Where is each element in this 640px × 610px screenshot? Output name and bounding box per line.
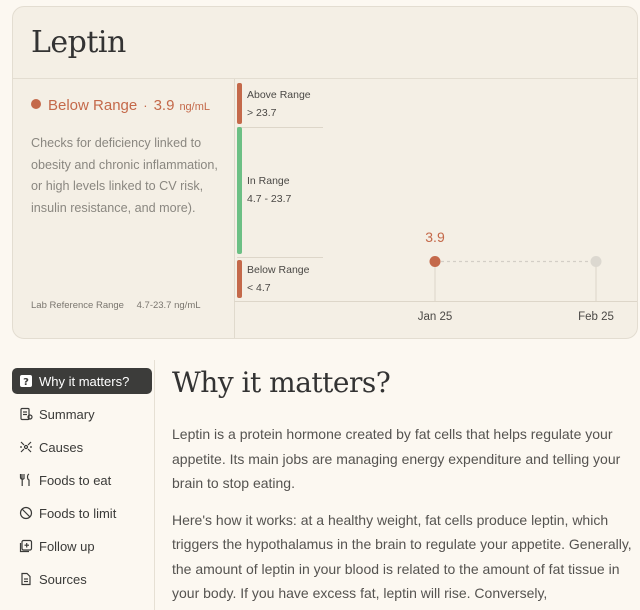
x-tick-label: Jan 25 bbox=[417, 311, 453, 323]
utensils-icon bbox=[19, 473, 33, 487]
svg-text:?: ? bbox=[23, 377, 29, 388]
nav-item-summary[interactable]: Summary bbox=[12, 401, 152, 427]
document-icon bbox=[19, 572, 33, 586]
article-paragraph: Leptin is a protein hormone created by f… bbox=[172, 426, 621, 491]
article-title: Why it matters? bbox=[172, 366, 391, 399]
nav-divider bbox=[154, 360, 155, 610]
x-tick-label: Feb 25 bbox=[578, 311, 614, 323]
nav-item-sources[interactable]: Sources bbox=[12, 566, 152, 592]
data-label: 3.9 bbox=[425, 229, 445, 246]
section-nav: ? Why it matters? Summary Causes Foods to ea… bbox=[12, 368, 152, 599]
nav-item-foods-to-eat[interactable]: Foods to eat bbox=[12, 467, 152, 493]
nav-item-why-it-matters[interactable]: ? Why it matters? bbox=[12, 368, 152, 394]
biomarker-card: Leptin Below Range · 3.9 ng/mL Checks fo… bbox=[12, 6, 638, 339]
future-point[interactable] bbox=[590, 255, 602, 267]
nav-item-label: Follow up bbox=[39, 538, 95, 554]
nav-item-follow-up[interactable]: Follow up bbox=[12, 533, 152, 559]
prohibited-icon bbox=[19, 506, 33, 520]
nav-item-causes[interactable]: Causes bbox=[12, 434, 152, 460]
nav-item-label: Summary bbox=[39, 406, 95, 422]
causes-icon bbox=[19, 440, 33, 454]
article: Why it matters? Leptin is a protein horm… bbox=[172, 362, 632, 606]
nav-item-label: Foods to eat bbox=[39, 472, 112, 488]
follow-up-icon bbox=[19, 539, 33, 553]
nav-item-label: Causes bbox=[39, 439, 84, 455]
summary-icon bbox=[19, 407, 33, 421]
nav-item-label: Sources bbox=[39, 571, 87, 587]
nav-item-label: Why it matters? bbox=[39, 373, 130, 389]
nav-item-label: Foods to limit bbox=[39, 505, 117, 521]
article-paragraph: Here's how it works: at a healthy weight… bbox=[172, 511, 632, 602]
data-point[interactable] bbox=[429, 255, 441, 267]
trend-chart bbox=[429, 255, 602, 301]
nav-item-foods-to-limit[interactable]: Foods to limit bbox=[12, 500, 152, 526]
question-icon: ? bbox=[19, 374, 33, 388]
